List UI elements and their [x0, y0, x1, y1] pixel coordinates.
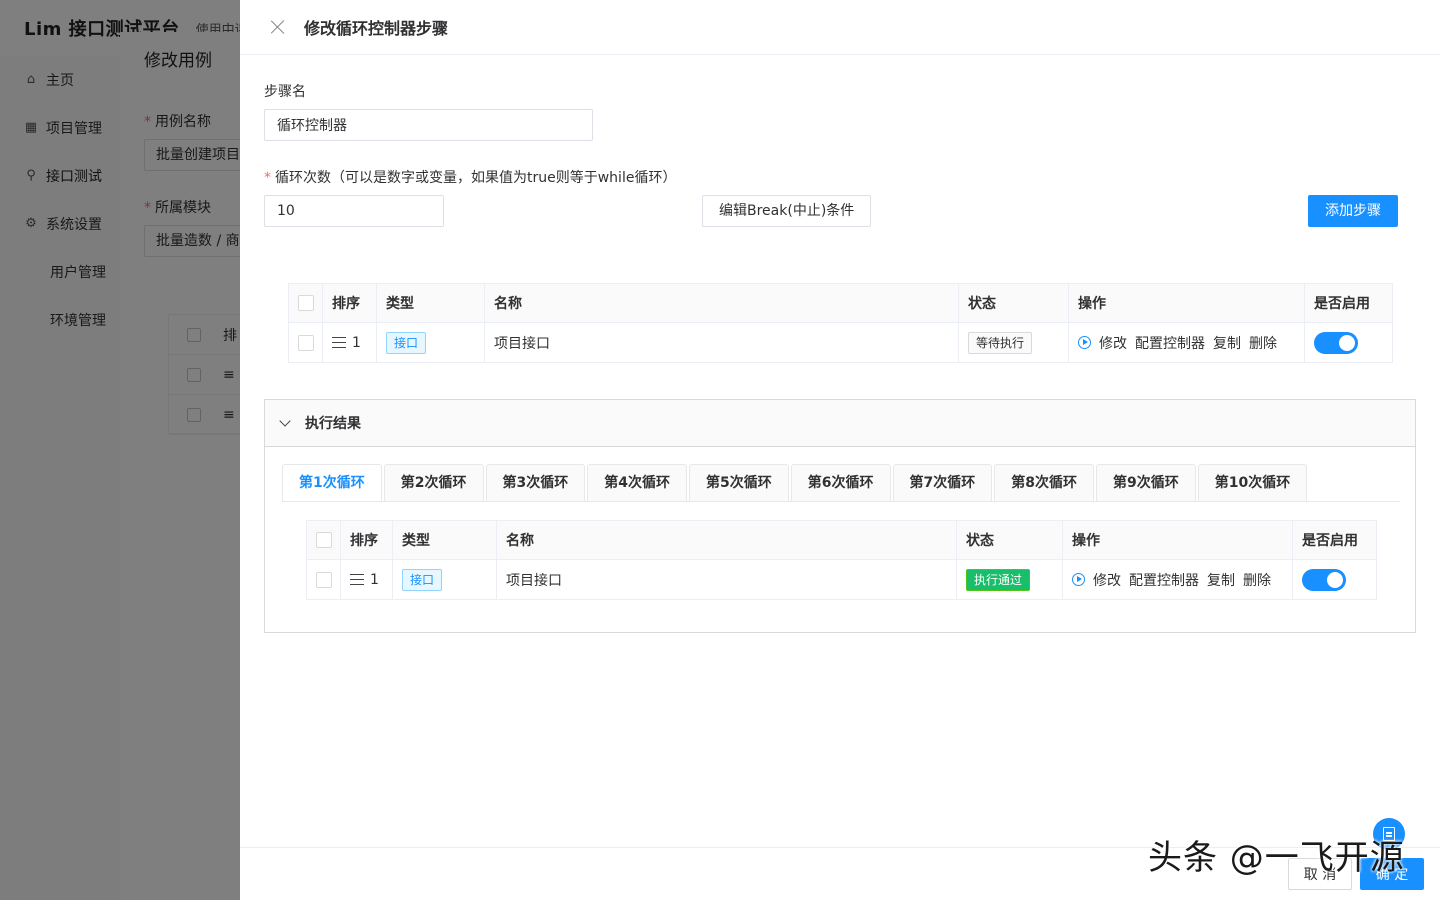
watermark: 头条 @一飞开源 — [1148, 838, 1405, 878]
col-status: 状态 — [958, 283, 1069, 323]
type-tag: 接口 — [402, 568, 443, 591]
edit-link[interactable]: 修改 — [1099, 336, 1127, 352]
execution-result-title: 执行结果 — [305, 416, 361, 432]
tab-loop-3[interactable]: 第3次循环 — [485, 464, 586, 502]
delete-link[interactable]: 删除 — [1243, 573, 1271, 589]
play-icon[interactable] — [1078, 335, 1091, 349]
enabled-cell — [1292, 559, 1377, 600]
col-name: 名称 — [496, 520, 957, 560]
col-status: 状态 — [956, 520, 1063, 560]
result-table: 排序 类型 名称 状态 操作 是否启用 1 接口 项目接口 执行通过 修改 配置控… — [306, 520, 1377, 600]
drag-handle-icon[interactable] — [350, 574, 364, 585]
table-header-row: 排序 类型 名称 状态 操作 是否启用 — [288, 283, 1393, 323]
drawer-title: 修改循环控制器步骤 — [304, 19, 449, 38]
tab-loop-1[interactable]: 第1次循环 — [282, 464, 382, 502]
col-sort: 排序 — [340, 520, 393, 560]
status-cell: 等待执行 — [958, 322, 1069, 363]
sort-cell: 1 — [322, 322, 377, 363]
execution-result-header[interactable]: 执行结果 — [265, 400, 1415, 447]
loop-count-input[interactable] — [264, 195, 444, 227]
loop-tabs: 第1次循环 第2次循环 第3次循环 第4次循环 第5次循环 第6次循环 第7次循… — [282, 464, 1309, 502]
step-name-label: 步骤名 — [264, 84, 306, 100]
name-cell: 项目接口 — [496, 559, 957, 600]
row-checkbox[interactable] — [316, 571, 332, 588]
config-controller-link[interactable]: 配置控制器 — [1129, 573, 1199, 589]
loop-count-label: * 循环次数（可以是数字或变量，如果值为true则等于while循环） — [264, 170, 677, 186]
drawer-header: 修改循环控制器步骤 — [240, 0, 1440, 55]
delete-link[interactable]: 删除 — [1249, 336, 1277, 352]
chevron-down-icon — [279, 415, 291, 427]
copy-link[interactable]: 复制 — [1213, 336, 1241, 352]
col-type: 类型 — [392, 520, 497, 560]
col-sort: 排序 — [322, 283, 377, 323]
copy-link[interactable]: 复制 — [1207, 573, 1235, 589]
type-cell: 接口 — [376, 322, 485, 363]
col-type: 类型 — [376, 283, 485, 323]
tab-loop-6[interactable]: 第6次循环 — [790, 464, 891, 502]
tab-loop-4[interactable]: 第4次循环 — [587, 464, 687, 502]
col-actions: 操作 — [1068, 283, 1305, 323]
tab-loop-5[interactable]: 第5次循环 — [689, 464, 789, 502]
row-checkbox[interactable] — [298, 334, 314, 351]
sort-cell: 1 — [340, 559, 393, 600]
actions-cell: 修改 配置控制器 复制 删除 — [1062, 559, 1293, 600]
status-badge: 等待执行 — [968, 331, 1033, 354]
select-all-cell — [288, 283, 323, 323]
close-icon[interactable] — [270, 19, 286, 35]
status-cell: 执行通过 — [956, 559, 1063, 600]
tab-loop-10[interactable]: 第10次循环 — [1197, 464, 1308, 502]
enabled-cell — [1304, 322, 1393, 363]
loop-controller-drawer: 修改循环控制器步骤 步骤名 *循环次数（可以是数字或变量，如果值为true则等于… — [240, 0, 1440, 900]
step-name-input[interactable] — [264, 109, 593, 141]
tab-loop-9[interactable]: 第9次循环 — [1096, 464, 1196, 502]
table-row: 1 接口 项目接口 等待执行 修改 配置控制器 复制 删除 — [288, 322, 1393, 363]
type-tag: 接口 — [386, 331, 427, 354]
execution-result-panel: 执行结果 第1次循环 第2次循环 第3次循环 第4次循环 第5次循环 第6次循环… — [264, 399, 1416, 633]
col-enabled: 是否启用 — [1304, 283, 1393, 323]
table-row: 1 接口 项目接口 执行通过 修改 配置控制器 复制 删除 — [306, 559, 1377, 600]
enabled-switch[interactable] — [1302, 568, 1346, 591]
select-all-cell — [306, 520, 341, 560]
edit-link[interactable]: 修改 — [1093, 573, 1121, 589]
row-select-cell — [288, 322, 323, 363]
tab-loop-2[interactable]: 第2次循环 — [383, 464, 484, 502]
add-step-button[interactable]: 添加步骤 — [1308, 195, 1398, 227]
status-badge: 执行通过 — [966, 568, 1031, 591]
tab-loop-8[interactable]: 第8次循环 — [994, 464, 1094, 502]
select-all-checkbox[interactable] — [298, 295, 314, 311]
select-all-checkbox[interactable] — [316, 532, 332, 548]
drag-handle-icon[interactable] — [332, 337, 346, 348]
tab-loop-7[interactable]: 第7次循环 — [892, 464, 993, 502]
name-cell: 项目接口 — [484, 322, 959, 363]
config-controller-link[interactable]: 配置控制器 — [1135, 336, 1205, 352]
play-icon[interactable] — [1072, 572, 1085, 586]
steps-table: 排序 类型 名称 状态 操作 是否启用 1 接口 项目接口 等待执行 修改 配置控… — [288, 283, 1393, 363]
table-header-row: 排序 类型 名称 状态 操作 是否启用 — [306, 520, 1377, 560]
col-actions: 操作 — [1062, 520, 1293, 560]
col-enabled: 是否启用 — [1292, 520, 1377, 560]
col-name: 名称 — [484, 283, 959, 323]
row-select-cell — [306, 559, 341, 600]
tabs-divider — [282, 501, 1400, 502]
type-cell: 接口 — [392, 559, 497, 600]
enabled-switch[interactable] — [1314, 331, 1358, 354]
actions-cell: 修改 配置控制器 复制 删除 — [1068, 322, 1305, 363]
edit-break-button[interactable]: 编辑Break(中止)条件 — [702, 195, 872, 227]
